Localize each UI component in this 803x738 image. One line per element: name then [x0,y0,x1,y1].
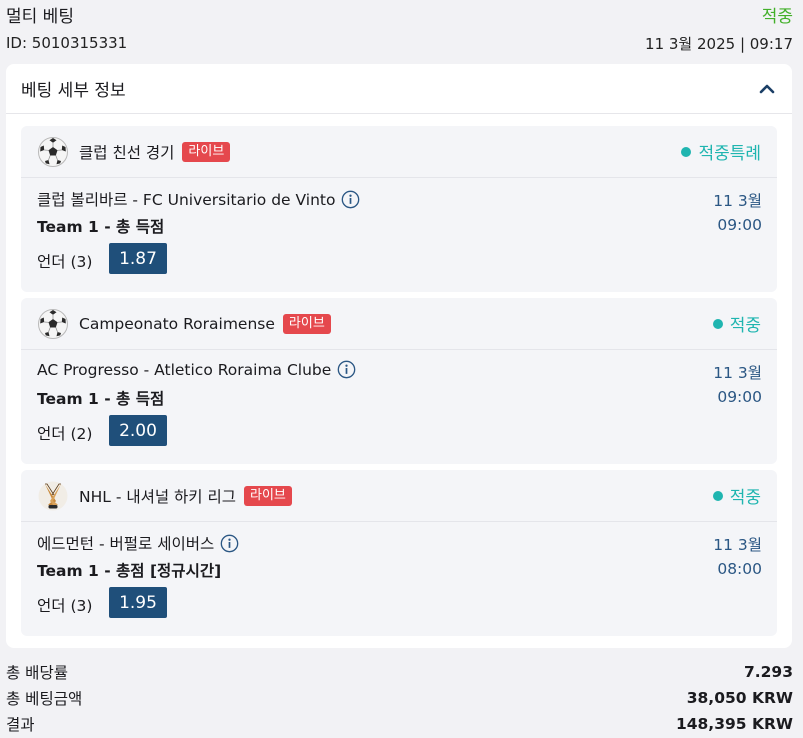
bet-details-title: 베팅 세부 정보 [21,81,126,101]
stake-label: 총 베팅금액 [6,690,83,708]
event-header: NHL - 내셔널 하키 리그 라이브 적중 [21,470,777,522]
match-name: AC Progresso - Atletico Roraima Clube [37,360,356,379]
selection-name: 언더 (2) [37,425,93,443]
status-dot-icon [712,318,723,329]
event-time: 08:00 [717,560,762,578]
selection-name: 언더 (3) [37,253,93,271]
bet-details-header[interactable]: 베팅 세부 정보 [6,64,792,114]
selection-name: 언더 (3) [37,597,93,615]
stake-row: 총 베팅금액 38,050 KRW [6,687,793,709]
match-title: 에드먼턴 - 버펄로 세이버스 [37,535,215,553]
odds-badge: 1.95 [109,587,167,618]
match-name: 에드먼턴 - 버펄로 세이버스 [37,532,239,554]
info-icon[interactable] [337,360,356,379]
match-title: 클럽 볼리바르 - FC Universitario de Vinto [37,191,336,209]
bet-type-title: 멀티 베팅 [6,6,74,27]
event-card: NHL - 내셔널 하키 리그 라이브 적중 에드먼턴 - 버펄로 세이버스 1… [21,470,777,636]
bet-details-card: 베팅 세부 정보 클럽 친선 경기 라이브 적중특례 클럽 볼리바르 - FC … [6,64,792,648]
info-icon[interactable] [220,534,239,553]
event-status-label: 적중 [729,488,761,508]
market-name: Team 1 - 총 득점 [37,218,165,236]
stake-value: 38,050 KRW [686,689,793,707]
event-card: Campeonato Roraimense 라이브 적중 AC Progress… [21,298,777,464]
event-status-label: 적중특례 [698,144,761,164]
event-time: 09:00 [717,388,762,406]
total-odds-row: 총 배당률 7.293 [6,661,793,683]
match-name: 클럽 볼리바르 - FC Universitario de Vinto [37,188,360,210]
result-label: 결과 [6,716,35,734]
total-odds-value: 7.293 [743,663,793,681]
info-icon[interactable] [341,190,360,209]
bet-status: 적중 [761,6,793,27]
bet-meta-row: ID: 5010315331 11 3월 2025 | 09:17 [6,32,793,54]
odds-badge: 1.87 [109,243,167,274]
event-card: 클럽 친선 경기 라이브 적중특례 클럽 볼리바르 - FC Universit… [21,126,777,292]
event-header: Campeonato Roraimense 라이브 적중 [21,298,777,350]
market-name: Team 1 - 총점 [정규시간] [37,562,222,580]
event-date: 11 3월 [713,536,762,554]
league-name: Campeonato Roraimense [79,314,275,333]
live-badge: 라이브 [244,485,292,506]
bet-id: ID: 5010315331 [6,34,128,52]
event-status-label: 적중 [729,316,761,336]
event-date: 11 3월 [713,364,762,382]
odds-badge: 2.00 [109,415,167,446]
event-status: 적중 [712,311,761,336]
event-status: 적중특례 [681,139,761,164]
bet-header-row: 멀티 베팅 적중 [6,1,793,27]
total-odds-label: 총 배당률 [6,664,68,682]
league-name: NHL - 내셔널 하키 리그 [79,487,237,506]
live-badge: 라이브 [182,141,231,162]
league-name: 클럽 친선 경기 [79,143,175,162]
market-name: Team 1 - 총 득점 [37,390,165,408]
result-row: 결과 148,395 KRW [6,713,793,735]
bet-datetime: 11 3월 2025 | 09:17 [645,34,793,53]
hockey-sticks-icon [38,481,68,510]
status-dot-icon [681,146,692,157]
status-dot-icon [712,490,723,501]
chevron-up-icon[interactable] [756,78,778,100]
match-title: AC Progresso - Atletico Roraima Clube [37,360,332,379]
event-date: 11 3월 [713,192,762,210]
event-time: 09:00 [717,216,762,234]
result-value: 148,395 KRW [675,715,793,733]
live-badge: 라이브 [282,313,331,334]
soccer-ball-icon [38,308,68,339]
soccer-ball-icon [38,136,68,167]
event-header: 클럽 친선 경기 라이브 적중특례 [21,126,777,178]
event-status: 적중 [712,483,761,508]
